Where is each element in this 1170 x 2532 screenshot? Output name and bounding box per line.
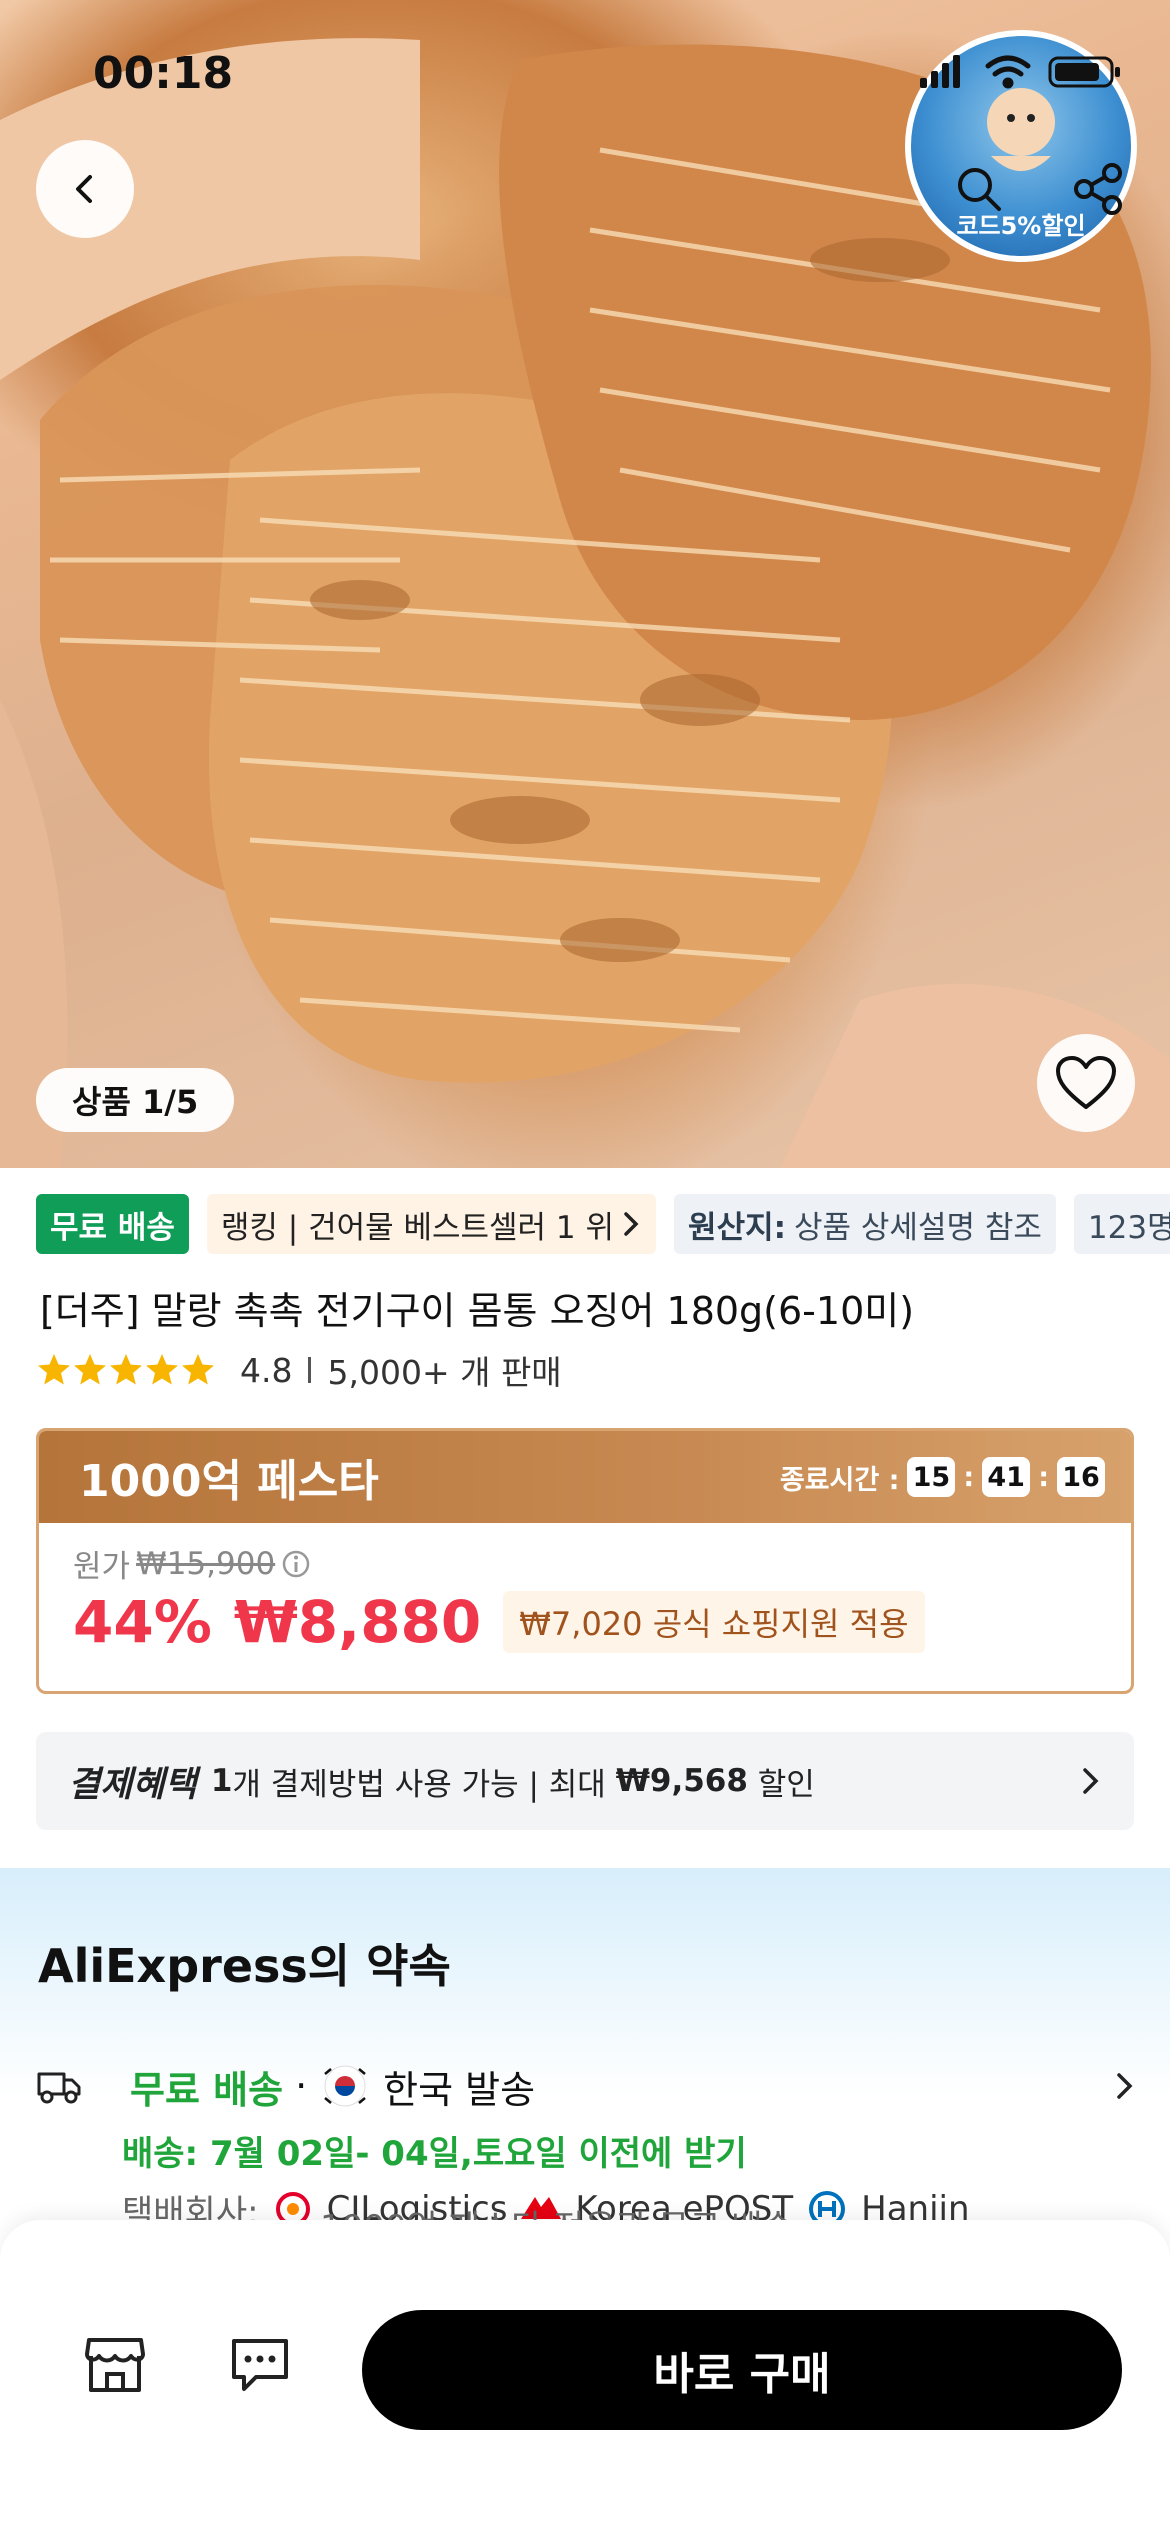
korea-flag-icon bbox=[324, 2065, 366, 2107]
payment-benefit-text: 개 결제방법 사용 가능 | 최대 bbox=[232, 1766, 616, 1803]
free-shipping-label: 무료 배송 bbox=[130, 2067, 284, 2112]
countdown-timer: 종료시간 : 15 : 41 : 16 bbox=[780, 1457, 1105, 1497]
promise-title: AliExpress의 약속 bbox=[38, 1939, 451, 1993]
price-row: 44% ₩8,880 ₩7,020 공식 쇼핑지원 적용 bbox=[73, 1588, 1097, 1656]
image-counter: 상품 1/5 bbox=[36, 1068, 235, 1132]
chevron-right-icon bbox=[1117, 2073, 1133, 2099]
rating-divider bbox=[308, 1357, 312, 1383]
timer-colon: : bbox=[1038, 1461, 1049, 1493]
free-shipping-tag: 무료 배송 bbox=[36, 1194, 189, 1254]
heart-icon bbox=[1056, 1056, 1116, 1109]
top-actions bbox=[944, 140, 1134, 238]
separator-dot: · bbox=[295, 2064, 308, 2108]
buy-now-button[interactable]: 바로 구매 bbox=[362, 2310, 1122, 2430]
search-button[interactable] bbox=[944, 154, 1014, 224]
back-button[interactable] bbox=[36, 140, 134, 238]
chat-icon bbox=[232, 2339, 288, 2391]
star-icon bbox=[110, 1354, 142, 1385]
buyers-tag: 123명 bbox=[1073, 1194, 1170, 1254]
payment-max-discount: ₩9,568 bbox=[615, 1763, 748, 1799]
ranking-label: 랭킹 | 건어물 베스트셀러 1 위 bbox=[220, 1209, 615, 1246]
search-icon bbox=[958, 168, 1001, 211]
star-icon bbox=[146, 1354, 178, 1385]
payment-benefit-row[interactable]: 결제혜택 1 개 결제방법 사용 가능 | 최대 ₩9,568 할인 bbox=[36, 1732, 1134, 1830]
original-price-label: 원가 bbox=[73, 1549, 131, 1585]
payment-method-count: 1 bbox=[210, 1763, 233, 1799]
price-body: 원가 ₩15,900 44% ₩8,880 ₩7,020 공식 쇼핑지원 적용 bbox=[39, 1523, 1131, 1674]
sold-count: 5,000+ 개 판매 bbox=[327, 1353, 562, 1392]
ship-origin: 한국 발송 bbox=[383, 2067, 536, 2112]
timer-label: 종료시간 : bbox=[779, 1464, 900, 1496]
wifi-icon bbox=[985, 55, 1031, 89]
shipping-row[interactable]: 무료 배송 · 한국 발송 bbox=[36, 2056, 1136, 2116]
share-button[interactable] bbox=[1064, 154, 1134, 224]
timer-seconds: 16 bbox=[1057, 1457, 1105, 1497]
payment-suffix: 할인 bbox=[747, 1766, 815, 1803]
battery-icon bbox=[1048, 56, 1120, 88]
fiesta-price-box: 1000억 페스타 종료시간 : 15 : 41 : 16 원가 ₩15,900… bbox=[36, 1428, 1134, 1694]
chat-button[interactable] bbox=[225, 2330, 295, 2400]
fiesta-header: 1000억 페스타 종료시간 : 15 : 41 : 16 bbox=[39, 1431, 1131, 1523]
origin-tag: 원산지: 상품 상세설명 참조 bbox=[674, 1194, 1056, 1254]
final-price: ₩8,880 bbox=[233, 1588, 482, 1656]
ranking-tag[interactable]: 랭킹 | 건어물 베스트셀러 1 위 bbox=[206, 1194, 657, 1254]
rating-row[interactable]: 4.8 5,000+ 개 판매 bbox=[36, 1346, 562, 1394]
original-price-row: 원가 ₩15,900 bbox=[73, 1541, 1097, 1586]
fiesta-title: 1000억 페스타 bbox=[79, 1456, 379, 1507]
star-icon bbox=[38, 1354, 70, 1385]
shopping-support-badge: ₩7,020 공식 쇼핑지원 적용 bbox=[503, 1591, 925, 1653]
origin-label: 원산지: bbox=[688, 1209, 787, 1246]
product-image-gallery[interactable]: 00:18 코드5%할인 상품 1/5 bbox=[0, 0, 1170, 1168]
chevron-right-icon bbox=[1083, 1768, 1099, 1794]
share-icon bbox=[1074, 163, 1122, 215]
bottom-action-bar: 바로 구매 bbox=[0, 2220, 1170, 2532]
wishlist-button[interactable] bbox=[1037, 1034, 1135, 1132]
product-tags: 무료 배송 랭킹 | 건어물 베스트셀러 1 위 원산지: 상품 상세설명 참조… bbox=[36, 1194, 1170, 1254]
status-icons bbox=[920, 52, 1130, 96]
store-icon bbox=[85, 2338, 145, 2392]
discount-percent: 44% bbox=[73, 1588, 212, 1656]
timer-minutes: 41 bbox=[982, 1457, 1031, 1497]
rating-stars bbox=[36, 1352, 216, 1388]
chevron-left-icon bbox=[76, 175, 92, 203]
chevron-right-icon bbox=[624, 1212, 639, 1236]
star-icon bbox=[182, 1354, 214, 1385]
timer-colon: : bbox=[963, 1461, 975, 1493]
payment-benefit-label: 결제혜택 bbox=[68, 1764, 197, 1805]
info-icon[interactable] bbox=[281, 1549, 311, 1579]
signal-icon bbox=[920, 55, 960, 88]
original-price: ₩15,900 bbox=[136, 1545, 276, 1582]
delivery-estimate: 배송: 7월 02일- 04일,토요일 이전에 받기 bbox=[122, 2134, 747, 2174]
timer-hours: 15 bbox=[907, 1457, 956, 1497]
origin-value: 상품 상세설명 참조 bbox=[794, 1209, 1042, 1246]
star-icon bbox=[74, 1354, 106, 1385]
truck-icon bbox=[37, 2072, 81, 2104]
status-time: 00:18 bbox=[93, 48, 234, 99]
rating-value: 4.8 bbox=[240, 1350, 293, 1390]
product-title: [더주] 말랑 촉촉 전기구이 몸통 오징어 180g(6-10미) bbox=[40, 1289, 915, 1333]
store-button[interactable] bbox=[80, 2330, 150, 2400]
